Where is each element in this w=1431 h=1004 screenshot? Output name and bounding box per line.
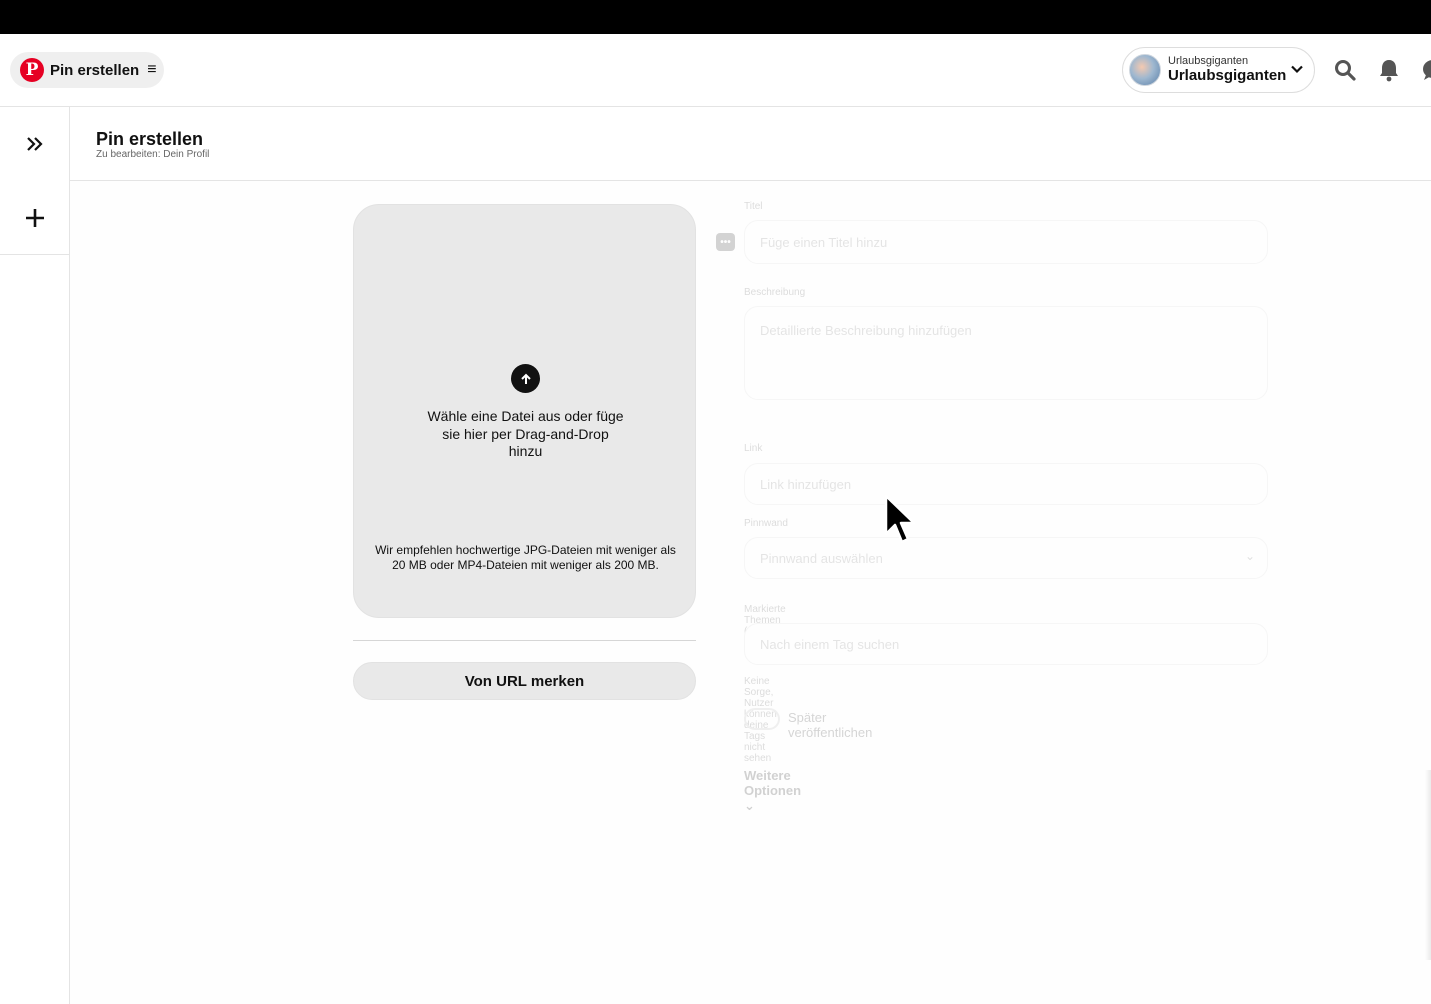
expand-sidebar-button[interactable]: [0, 107, 69, 180]
chevron-down-icon: ⌄: [744, 798, 755, 813]
more-options-button[interactable]: Weitere Optionen ⌄: [744, 768, 801, 814]
description-textarea[interactable]: Detaillierte Beschreibung hinzufügen: [744, 306, 1268, 400]
upload-arrow-icon: [511, 364, 540, 393]
edge-shadow: [1425, 770, 1431, 960]
bell-icon[interactable]: [1377, 58, 1401, 82]
schedule-label: Später veröffentlichen: [788, 710, 873, 740]
board-select[interactable]: Pinnwand auswählen ⌄: [744, 537, 1268, 579]
link-label: Link: [744, 443, 763, 454]
board-select-value: Pinnwand auswählen: [760, 550, 883, 566]
title-label: Titel: [744, 201, 763, 212]
upload-divider: [353, 640, 696, 641]
more-options-label: Weitere Optionen: [744, 768, 802, 798]
avatar: [1129, 54, 1161, 86]
topics-search-input[interactable]: Nach einem Tag suchen: [744, 623, 1268, 665]
link-input[interactable]: Link hinzufügen: [744, 463, 1268, 505]
double-chevron-right-icon: [26, 136, 43, 151]
pinterest-logo-icon: P: [20, 58, 44, 82]
screen-top-bar: [0, 0, 1431, 34]
mouse-cursor-icon: [884, 494, 918, 555]
brand-label: Pin erstellen: [50, 61, 140, 79]
hamburger-icon: ≡: [147, 61, 157, 78]
chevron-down-icon: ⌄: [1244, 549, 1255, 563]
left-sidebar: [0, 107, 70, 1004]
upload-instructions: Wähle eine Datei aus oder füge sie hier …: [427, 408, 624, 459]
chevron-down-icon: [1290, 62, 1304, 79]
app-header: P Pin erstellen ≡ Urlaubsgiganten Urlaub…: [0, 34, 1431, 107]
plus-icon: [25, 208, 44, 227]
messages-icon[interactable]: [1419, 58, 1431, 82]
add-pin-button[interactable]: [0, 181, 69, 254]
page-title: Pin erstellen: [96, 129, 204, 149]
search-icon[interactable]: [1333, 58, 1357, 82]
page-header: Pin erstellen Zu bearbeiten: Dein Profil: [70, 107, 1431, 181]
title-input[interactable]: Füge einen Titel hinzu: [744, 220, 1268, 264]
account-big-name: Urlaubsgiganten: [1168, 66, 1287, 84]
description-label: Beschreibung: [744, 287, 806, 298]
account-switcher[interactable]: Urlaubsgiganten Urlaubsgiganten: [1122, 47, 1315, 93]
save-from-url-button[interactable]: Von URL merken: [353, 662, 696, 700]
upload-recommendation: Wir empfehlen hochwertige JPG-Dateien mi…: [375, 543, 676, 572]
sidebar-divider: [0, 254, 69, 255]
board-label: Pinnwand: [744, 518, 788, 529]
schedule-toggle[interactable]: [744, 708, 780, 730]
more-options-icon[interactable]: •••: [716, 233, 735, 251]
create-menu-button[interactable]: P Pin erstellen ≡: [10, 52, 164, 88]
page-subtitle: Zu bearbeiten: Dein Profil: [96, 149, 210, 160]
file-upload-dropzone[interactable]: Wähle eine Datei aus oder füge sie hier …: [353, 204, 696, 618]
